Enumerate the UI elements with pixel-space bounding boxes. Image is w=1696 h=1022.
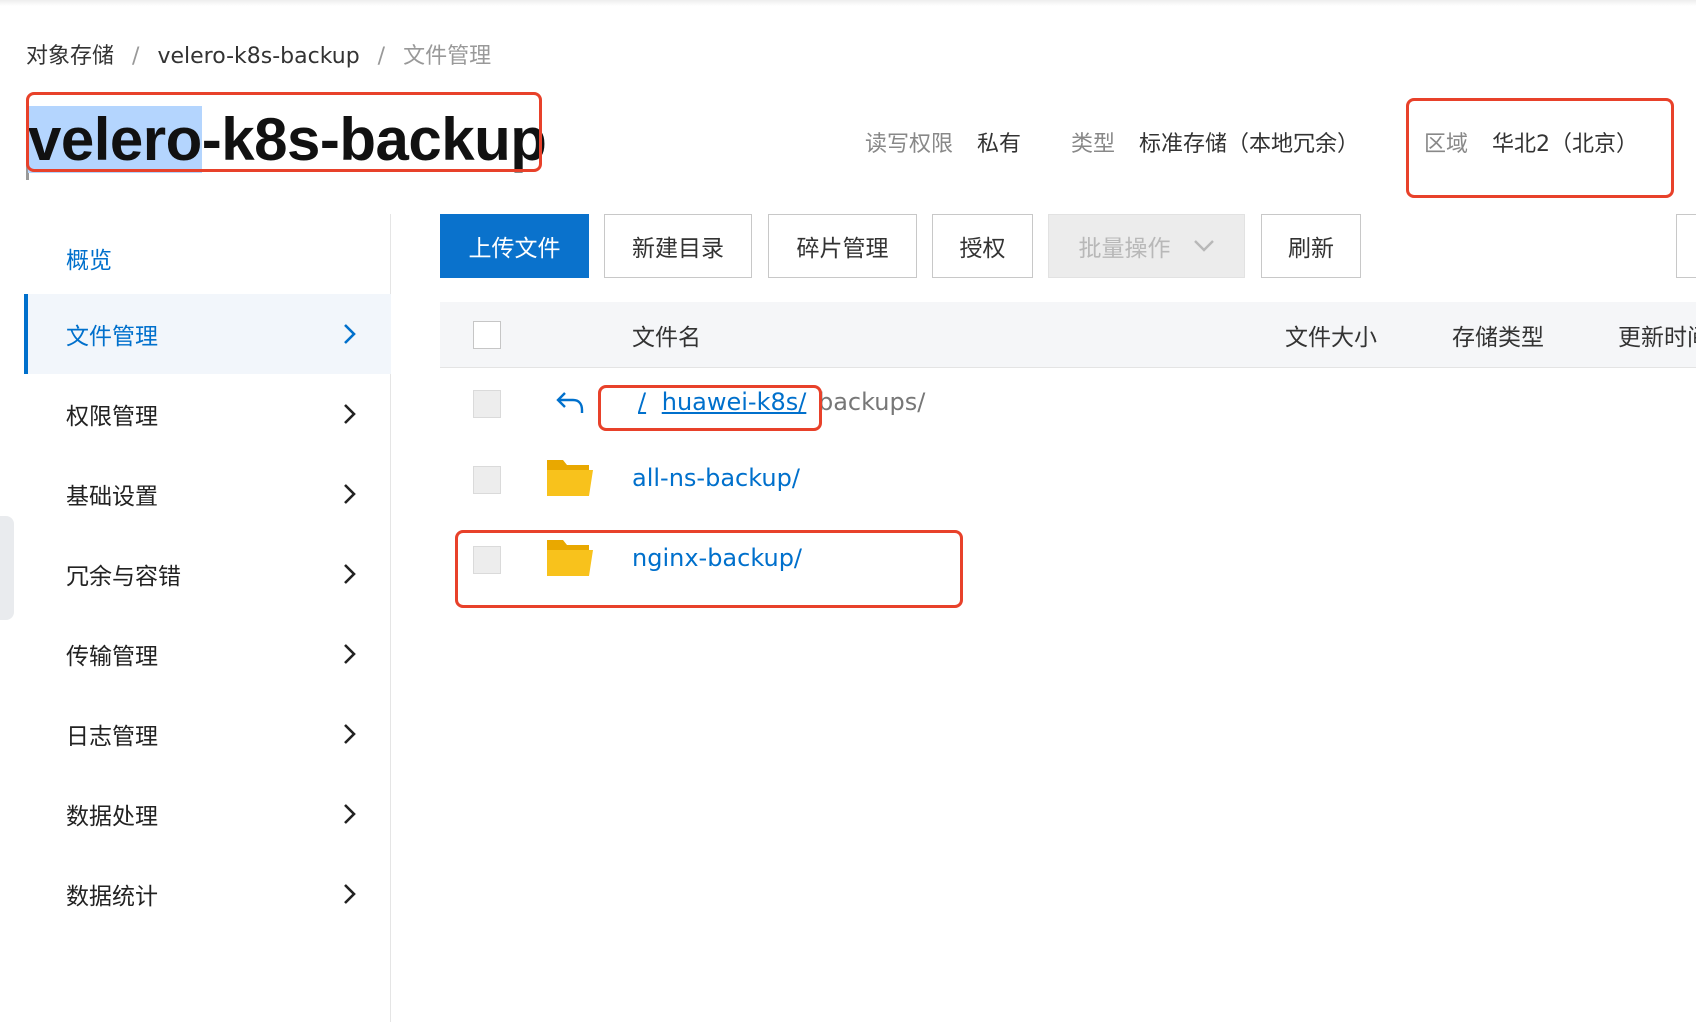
sidebar-item-overview[interactable]: 概览 xyxy=(24,218,391,298)
sidebar-item-label: 数据统计 xyxy=(66,884,158,910)
column-filename[interactable]: 文件名 xyxy=(632,318,701,352)
chevron-right-icon xyxy=(344,324,356,344)
chevron-down-icon xyxy=(1193,240,1214,252)
folder-icon xyxy=(547,540,593,576)
sidebar-item-transfer[interactable]: 传输管理 xyxy=(24,614,391,694)
sidebar: 概览 文件管理 权限管理 基础设置 冗余与容错 传输管理 日志管理 数据处理 数… xyxy=(24,214,391,1022)
sidebar-item-label: 日志管理 xyxy=(66,724,158,750)
table-header: 文件名 文件大小 存储类型 更新时间 xyxy=(440,302,1696,368)
back-arrow-icon[interactable] xyxy=(555,390,585,416)
folder-icon xyxy=(547,460,593,496)
type-value: 标准存储（本地冗余） xyxy=(1139,132,1360,157)
bucket-title: velero-k8s-backup xyxy=(28,100,547,180)
sidebar-item-label: 概览 xyxy=(66,248,112,274)
select-all-checkbox[interactable] xyxy=(473,321,501,349)
batch-operations-label: 批量操作 xyxy=(1078,236,1171,262)
path-breadcrumb: / huawei-k8s/ backups/ xyxy=(638,388,925,416)
folder-link[interactable]: all-ns-backup/ xyxy=(632,464,800,492)
path-current: backups/ xyxy=(817,388,926,416)
chevron-right-icon xyxy=(344,884,356,904)
breadcrumb-separator: / xyxy=(132,44,140,69)
column-size[interactable]: 文件大小 xyxy=(1285,318,1377,352)
sidebar-item-file-management[interactable]: 文件管理 xyxy=(24,294,391,374)
column-updated-time[interactable]: 更新时间 xyxy=(1618,318,1696,352)
refresh-button[interactable]: 刷新 xyxy=(1261,214,1361,278)
chevron-right-icon xyxy=(344,484,356,504)
permission-value: 私有 xyxy=(977,132,1022,157)
chevron-right-icon xyxy=(344,724,356,744)
top-shadow xyxy=(0,0,1696,6)
chevron-right-icon xyxy=(344,804,356,824)
region-value: 华北2（北京） xyxy=(1492,132,1639,157)
new-directory-button[interactable]: 新建目录 xyxy=(604,214,752,278)
column-storage-type[interactable]: 存储类型 xyxy=(1452,318,1544,352)
sidebar-item-permission[interactable]: 权限管理 xyxy=(24,374,391,454)
breadcrumb-bucket[interactable]: velero-k8s-backup xyxy=(157,44,359,69)
type-label: 类型 xyxy=(1071,132,1116,157)
sidebar-item-label: 传输管理 xyxy=(66,644,158,670)
meta-type: 类型 标准存储（本地冗余） xyxy=(1071,126,1359,158)
sidebar-item-data-statistics[interactable]: 数据统计 xyxy=(24,854,391,934)
path-root-link[interactable]: / xyxy=(638,388,646,416)
sidebar-item-label: 冗余与容错 xyxy=(66,564,181,590)
sidebar-item-label: 数据处理 xyxy=(66,804,158,830)
sidebar-item-data-processing[interactable]: 数据处理 xyxy=(24,774,391,854)
row-checkbox[interactable] xyxy=(473,546,501,574)
meta-region: 区域 华北2（北京） xyxy=(1424,126,1638,158)
region-label: 区域 xyxy=(1424,132,1469,157)
sidebar-item-logs[interactable]: 日志管理 xyxy=(24,694,391,774)
upload-file-button[interactable]: 上传文件 xyxy=(440,214,589,278)
permission-label: 读写权限 xyxy=(865,132,954,157)
chevron-right-icon xyxy=(344,564,356,584)
sidebar-collapse-handle[interactable] xyxy=(0,516,14,620)
breadcrumb-current: 文件管理 xyxy=(403,44,492,69)
breadcrumb-separator: / xyxy=(377,44,386,69)
sidebar-item-redundancy[interactable]: 冗余与容错 xyxy=(24,534,391,614)
fragment-management-button[interactable]: 碎片管理 xyxy=(768,214,917,278)
breadcrumb-root[interactable]: 对象存储 xyxy=(26,38,114,70)
batch-operations-dropdown[interactable]: 批量操作 xyxy=(1048,214,1245,278)
sidebar-item-label: 权限管理 xyxy=(66,404,158,430)
folder-link[interactable]: nginx-backup/ xyxy=(632,544,802,572)
bucket-title-rest: -k8s-backup xyxy=(201,106,547,173)
authorize-button[interactable]: 授权 xyxy=(932,214,1033,278)
sidebar-item-basic-settings[interactable]: 基础设置 xyxy=(24,454,391,534)
path-parent-link[interactable]: huawei-k8s/ xyxy=(662,388,807,416)
meta-permission: 读写权限 私有 xyxy=(865,126,1021,158)
chevron-right-icon xyxy=(344,404,356,424)
sidebar-item-label: 基础设置 xyxy=(66,484,158,510)
bucket-title-selected: velero xyxy=(28,106,202,173)
sidebar-item-label: 文件管理 xyxy=(66,324,158,350)
breadcrumb: 对象存储 / velero-k8s-backup / 文件管理 xyxy=(26,38,491,70)
chevron-right-icon xyxy=(344,644,356,664)
row-checkbox[interactable] xyxy=(473,466,501,494)
toolbar-overflow-button[interactable] xyxy=(1676,214,1696,278)
path-row-checkbox xyxy=(473,390,501,418)
